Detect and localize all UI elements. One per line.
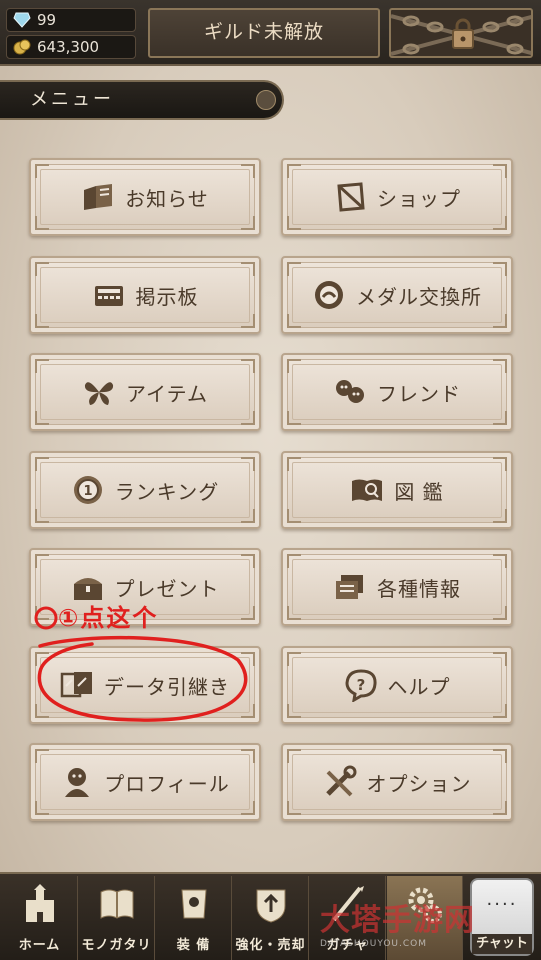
- menu-button-face: 1 ランキング: [40, 462, 250, 518]
- menu-button-label: ヘルプ: [387, 674, 451, 699]
- chat-label: チャット: [472, 934, 532, 954]
- menu-button-label: ショップ: [377, 186, 461, 211]
- gold-coins-icon: [13, 39, 31, 55]
- menu-button-face: データ引継き: [40, 657, 250, 713]
- encyclopedia-book-icon: [352, 479, 383, 501]
- menu-button-options-tools[interactable]: オプション: [281, 743, 513, 821]
- menu-button-face: オプション: [292, 754, 502, 810]
- menu-button-help-question[interactable]: ? ヘルプ: [281, 646, 513, 724]
- friends-faces-icon: [336, 380, 364, 403]
- menu-button-label: 掲示板: [135, 284, 199, 309]
- menu-button-face: お知らせ: [40, 169, 250, 225]
- guild-button[interactable]: ギルド未解放: [148, 8, 380, 58]
- menu-button-label: フレンド: [377, 381, 461, 406]
- story-book-icon: [100, 889, 134, 919]
- watermark-sub: DATASHOUYOU.COM: [320, 939, 428, 949]
- nav-equipment[interactable]: 装 備: [156, 876, 232, 960]
- nav-home-label: ホーム: [18, 938, 61, 953]
- locked-feature-button[interactable]: [389, 8, 533, 58]
- news-flyer-icon: [84, 184, 113, 210]
- menu-button-news-flyer[interactable]: お知らせ: [29, 158, 261, 236]
- butterfly-icon: [84, 382, 114, 405]
- menu-button-label: 図 鑑: [394, 479, 444, 504]
- menu-ornament-icon: [256, 90, 276, 110]
- top-status-bar: 99 643,300 ギルド未解放: [0, 0, 541, 66]
- nav-story-label: モノガタリ: [81, 938, 152, 953]
- menu-button-face: フレンド: [292, 364, 502, 420]
- gold-counter: 643,300: [6, 35, 136, 59]
- menu-button-friends-faces[interactable]: フレンド: [281, 353, 513, 431]
- menu-button-face: ショップ: [292, 169, 502, 225]
- nav-story[interactable]: モノガタリ: [79, 876, 155, 960]
- menu-button-data-transfer[interactable]: データ引継き: [29, 646, 261, 724]
- bulletin-board-icon: [94, 286, 123, 306]
- menu-button-medal-exchange[interactable]: メダル交換所: [281, 256, 513, 334]
- chain-lock-icon: [391, 14, 531, 56]
- equipment-armor-icon: [181, 889, 207, 919]
- watermark-text: 大塔手游网: [320, 903, 475, 938]
- castle-icon: [26, 884, 54, 922]
- nav-home[interactable]: ホーム: [2, 876, 78, 960]
- menu-button-face: アイテム: [40, 364, 250, 420]
- gem-icon: [13, 12, 31, 28]
- menu-button-face: 図 鑑: [292, 462, 502, 518]
- menu-button-label: お知らせ: [125, 186, 209, 211]
- menu-button-label: データ引継き: [104, 674, 230, 699]
- menu-button-label: アイテム: [126, 381, 208, 406]
- nav-upgrade-label: 強化・売却: [235, 938, 306, 953]
- menu-button-info-cards[interactable]: 各種情報: [281, 548, 513, 626]
- menu-button-profile-bust[interactable]: プロフィール: [29, 743, 261, 821]
- nav-equipment-label: 装 備: [176, 938, 211, 953]
- menu-button-face: 掲示板: [40, 267, 250, 323]
- menu-button-label: オプション: [366, 771, 472, 796]
- menu-button-butterfly[interactable]: アイテム: [29, 353, 261, 431]
- menu-button-shop-crystal[interactable]: ショップ: [281, 158, 513, 236]
- svg-text:?: ?: [356, 676, 365, 694]
- menu-button-face: プロフィール: [40, 754, 250, 810]
- menu-button-encyclopedia-book[interactable]: 図 鑑: [281, 451, 513, 529]
- menu-button-face: ? ヘルプ: [292, 657, 502, 713]
- medal-exchange-icon: [315, 281, 343, 309]
- menu-button-label: 各種情報: [377, 576, 461, 601]
- menu-header: メニュー: [0, 80, 284, 120]
- options-tools-icon: [325, 765, 356, 797]
- data-transfer-icon: [60, 672, 92, 698]
- annotation-text: ①点这个: [58, 604, 159, 632]
- chat-bubble-icon: ····: [486, 894, 518, 915]
- upgrade-sell-icon: [256, 889, 286, 923]
- gem-count: 99: [37, 11, 57, 29]
- menu-button-ranking-medal[interactable]: 1 ランキング: [29, 451, 261, 529]
- help-question-icon: ?: [344, 669, 377, 702]
- svg-text:1: 1: [83, 484, 92, 499]
- info-cards-icon: [336, 575, 363, 599]
- watermark: 大塔手游网 DATASHOUYOU.COM: [320, 895, 475, 949]
- menu-button-label: ランキング: [114, 479, 220, 504]
- shop-crystal-icon: [337, 182, 365, 212]
- menu-button-label: メダル交換所: [356, 284, 482, 309]
- menu-button-face: メダル交換所: [292, 267, 502, 323]
- menu-button-label: プロフィール: [104, 771, 230, 796]
- menu-title: メニュー: [30, 89, 114, 110]
- gem-counter: 99: [6, 8, 136, 32]
- menu-button-face: 各種情報: [292, 559, 502, 615]
- profile-bust-icon: [65, 768, 90, 797]
- gold-count: 643,300: [37, 38, 100, 56]
- menu-button-bulletin-board[interactable]: 掲示板: [29, 256, 261, 334]
- ranking-medal-icon: 1: [73, 476, 102, 504]
- nav-upgrade[interactable]: 強化・売却: [233, 876, 309, 960]
- chat-button[interactable]: ···· チャット: [470, 878, 534, 956]
